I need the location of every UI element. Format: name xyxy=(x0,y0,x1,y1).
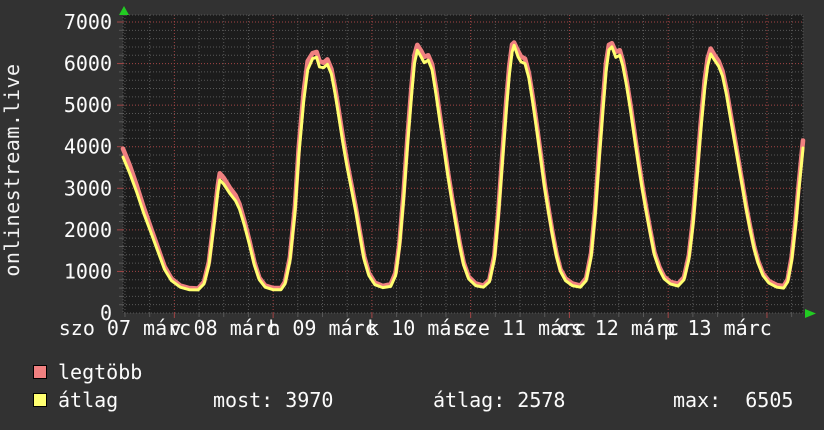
stat-max: max: 6505 xyxy=(673,388,794,412)
y-axis-tick-label: 6000 xyxy=(64,52,112,76)
stat-atlag: átlag: 2578 xyxy=(433,388,566,412)
legend-swatch-atlag xyxy=(33,393,47,407)
y-axis-tick-label: 3000 xyxy=(64,176,112,200)
x-axis-arrow-icon xyxy=(805,309,816,318)
plot-area xyxy=(123,15,803,313)
legend-label-legtobb: legtöbb xyxy=(58,360,143,384)
y-axis-tick-label: 5000 xyxy=(64,93,112,117)
x-axis-day-label: cs 12 márc xyxy=(559,316,679,340)
rrd-graph: 0 1000 2000 3000 4000 5000 6000 7000 szo 07 márc… xyxy=(0,0,824,430)
legend-swatch-legtobb xyxy=(33,365,47,379)
x-axis-day-label: v 08 márc xyxy=(170,316,278,340)
x-axis-day-label: h 09 márc xyxy=(268,316,376,340)
x-axis-day-label: p 13 márc xyxy=(663,316,771,340)
chart-vertical-title: onlinestream.live xyxy=(0,63,24,277)
stat-most: most: 3970 xyxy=(213,388,334,412)
y-axis-tick-label: 2000 xyxy=(64,218,112,242)
y-axis-tick-label: 4000 xyxy=(64,135,112,159)
legend-label-atlag: átlag xyxy=(58,388,119,412)
y-axis-tick-label: 7000 xyxy=(64,10,112,34)
y-axis-tick-label: 1000 xyxy=(64,259,112,283)
y-axis-arrow-icon xyxy=(119,6,129,15)
